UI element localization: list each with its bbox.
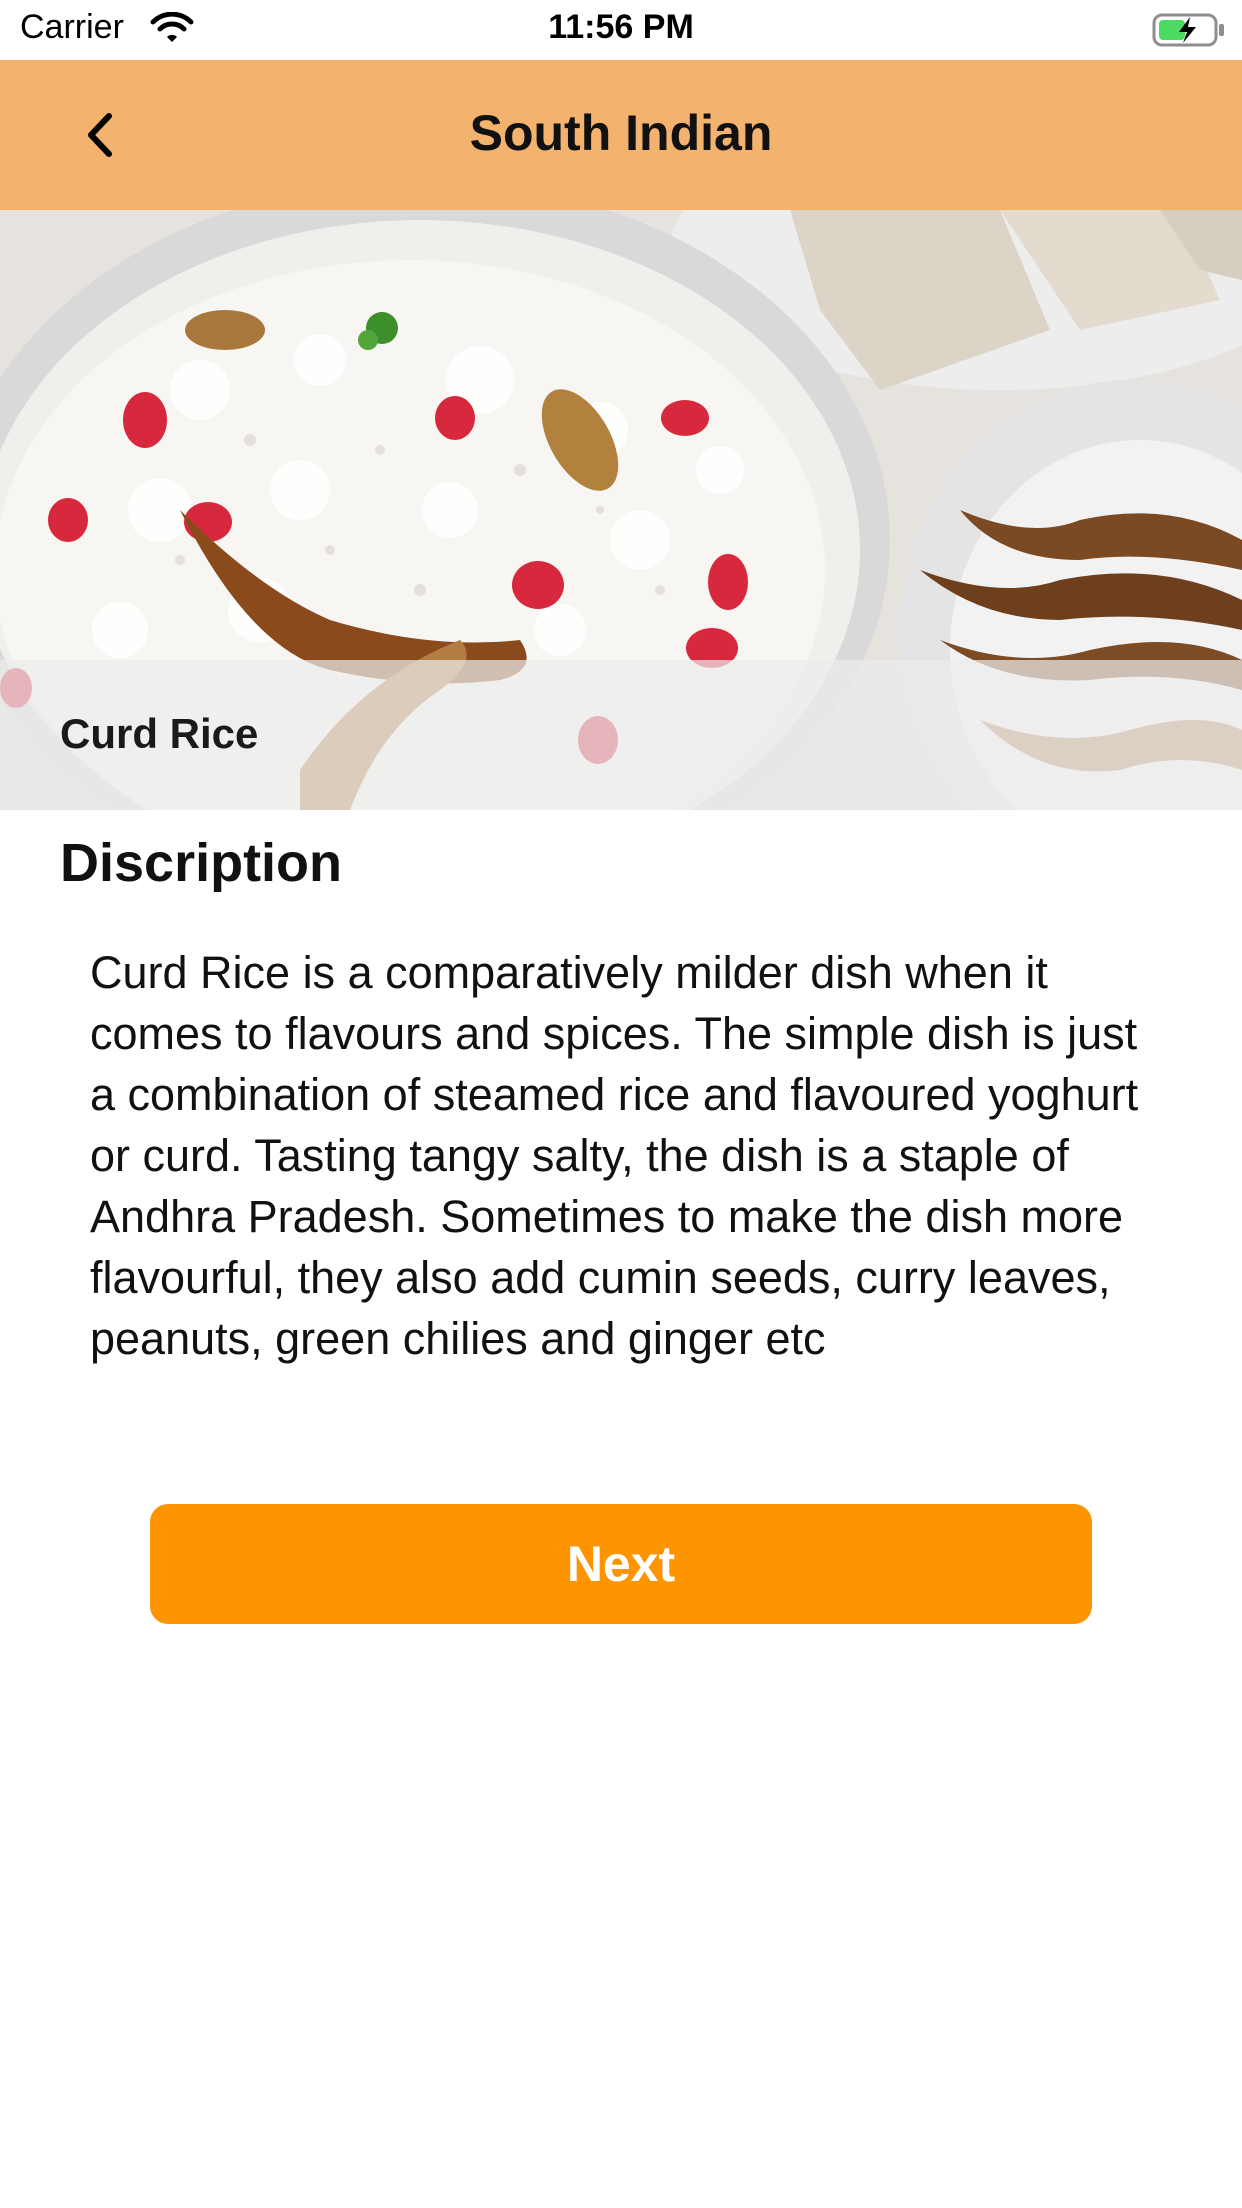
dish-name: Curd Rice xyxy=(60,710,259,757)
status-time: 11:56 PM xyxy=(548,8,694,46)
page-title: South Indian xyxy=(469,105,773,161)
navigation-bar: South Indian xyxy=(0,60,1242,210)
description-text: Curd Rice is a comparatively milder dish… xyxy=(90,947,1139,1364)
battery-charging-icon xyxy=(1152,13,1224,47)
dish-image: Curd Rice xyxy=(0,210,1242,810)
description-heading: Discription xyxy=(60,833,343,893)
status-bar: Carrier 11:56 PM xyxy=(0,0,1242,60)
next-button[interactable]: Next xyxy=(150,1504,1092,1624)
dish-caption-bar: Curd Rice xyxy=(0,660,1242,810)
next-button-label: Next xyxy=(566,1536,676,1592)
